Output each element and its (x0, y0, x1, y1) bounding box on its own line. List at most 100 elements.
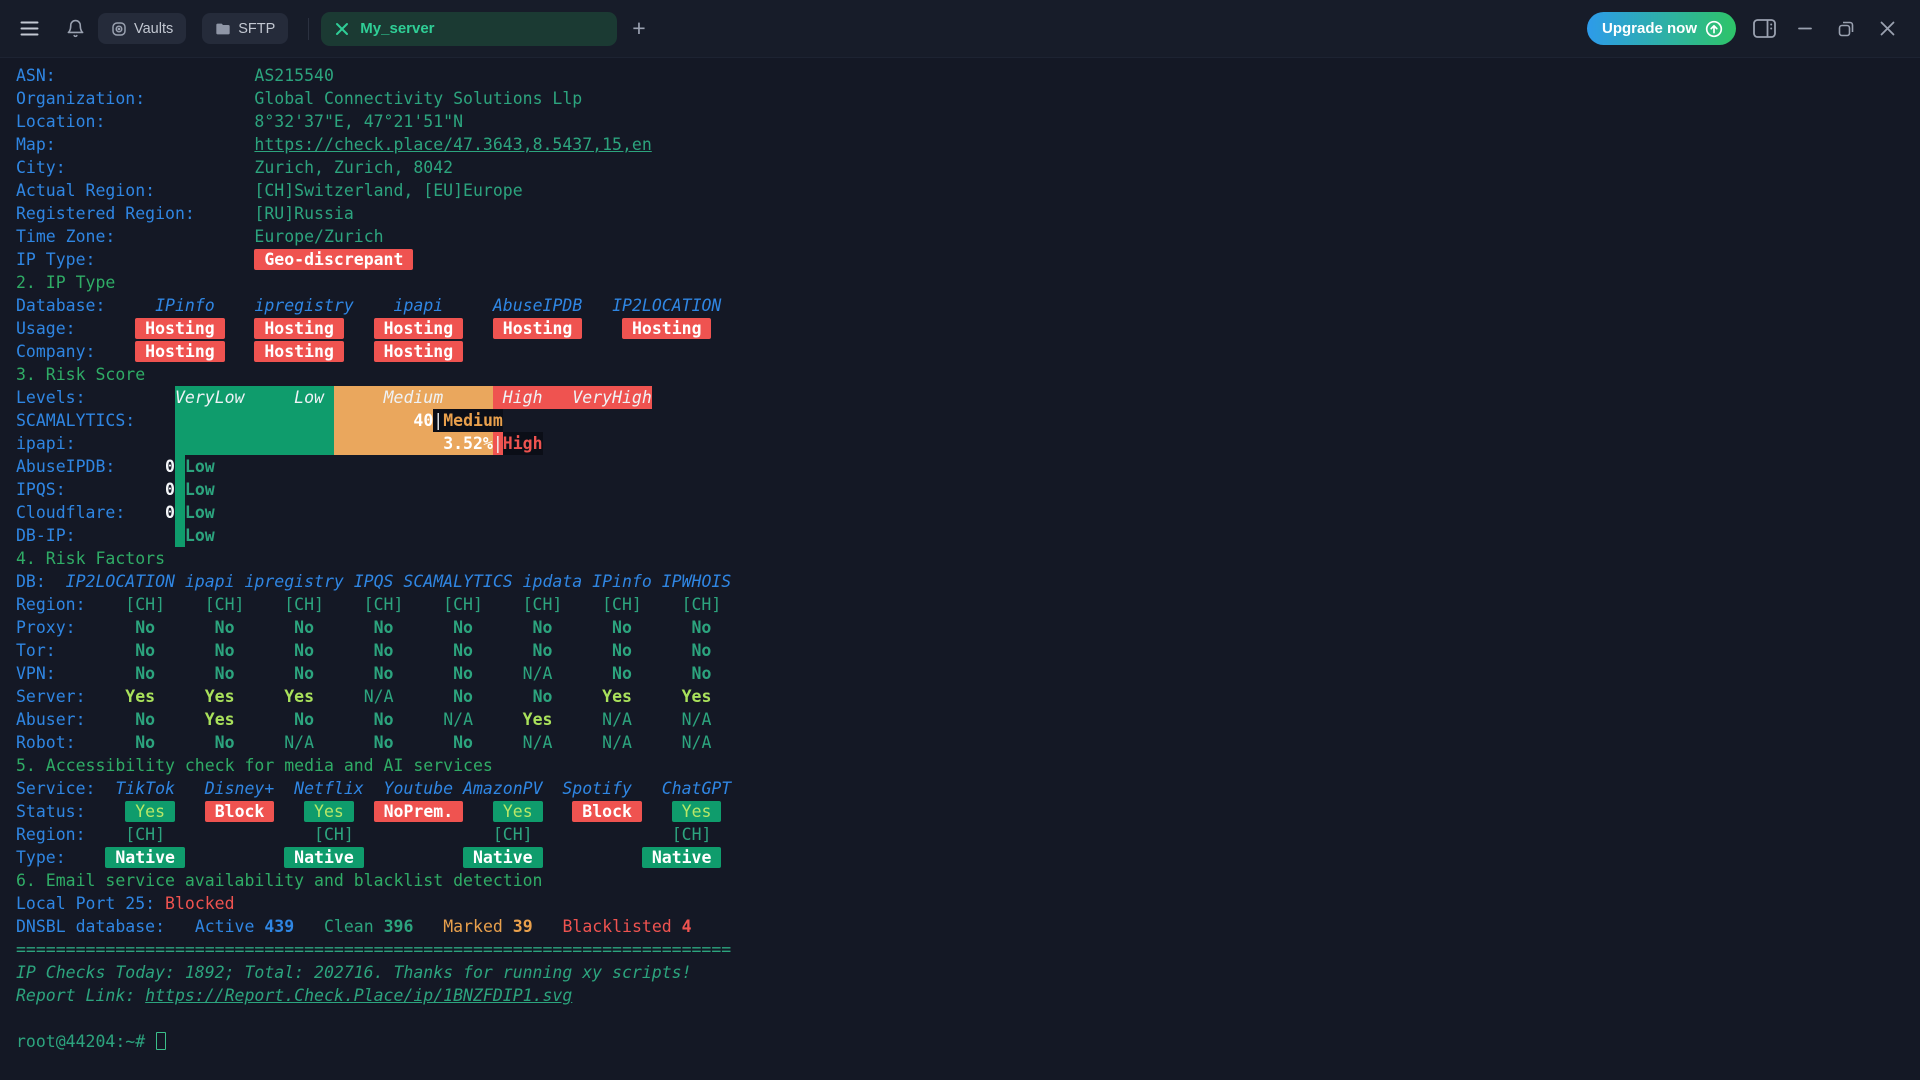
menu-button[interactable] (16, 16, 42, 42)
layout-panel-button[interactable] (1751, 16, 1777, 42)
terminal-segment (413, 917, 443, 936)
terminal-line: ipapi: 3.52%|High (16, 432, 1920, 455)
terminal-segment (175, 409, 334, 432)
terminal-line: Region: [CH] [CH] [CH] [CH] [CH] [CH] [C… (16, 593, 1920, 616)
terminal-line: 6. Email service availability and blackl… (16, 869, 1920, 892)
terminal-segment: 40 (413, 409, 433, 432)
terminal-segment: DNSBL database: (16, 917, 195, 936)
terminal-segment: NoPrem. (374, 801, 463, 822)
terminal-segment: Local Port 25: (16, 894, 165, 913)
terminal-segment: N/A (264, 733, 343, 752)
new-tab-button[interactable]: + (632, 17, 645, 40)
terminal-segment (185, 848, 284, 867)
terminal-segment: Hosting (493, 318, 582, 339)
terminal-segment: Low (185, 526, 215, 545)
terminal-line: Abuser: No Yes No No N/A Yes N/A N/A (16, 708, 1920, 731)
terminal-cursor (156, 1032, 166, 1050)
terminal-line: Actual Region: [CH]Switzerland, [EU]Euro… (16, 179, 1920, 202)
sftp-button[interactable]: SFTP (202, 13, 288, 44)
terminal-line: Cloudflare: 0 Low (16, 501, 1920, 524)
terminal-segment: Native (284, 847, 363, 868)
terminal-segment: VPN: (16, 664, 105, 683)
terminal-segment: Hosting (622, 318, 711, 339)
terminal-line: 3. Risk Score (16, 363, 1920, 386)
terminal-segment: Levels: (16, 388, 175, 407)
terminal-segment: N/A (423, 710, 502, 729)
terminal-segment: Hosting (374, 341, 463, 362)
terminal-segment: Low (185, 457, 215, 476)
terminal-segment: [CH]Switzerland, [EU]Europe (254, 181, 522, 200)
terminal-segment (175, 501, 185, 524)
terminal-segment (294, 917, 324, 936)
terminal-line: City: Zurich, Zurich, 8042 (16, 156, 1920, 179)
terminal-line: VPN: No No No No No N/A No No (16, 662, 1920, 685)
terminal-segment: N/A N/A N/A (503, 733, 741, 752)
terminal-segment: Native (642, 847, 721, 868)
terminal-segment: No No (264, 710, 423, 729)
terminal-segment: SCAMALYTICS: (16, 411, 175, 430)
terminal-segment: ipregistry (254, 296, 353, 315)
terminal-segment: Europe/Zurich (254, 227, 383, 246)
terminal-segment: AbuseIPDB: (16, 457, 165, 476)
notifications-button[interactable] (62, 16, 88, 42)
terminal-segment: 3.52% (443, 432, 493, 455)
terminal-segment: VeryLow Low (175, 386, 334, 409)
upgrade-button[interactable]: Upgrade now (1587, 12, 1736, 45)
terminal-segment: No No (582, 664, 741, 683)
minimize-button[interactable] (1792, 16, 1818, 42)
terminal-segment: [CH] (672, 825, 712, 844)
vaults-button[interactable]: Vaults (98, 13, 186, 44)
terminal-line: Levels: VeryLow Low Medium High VeryHigh (16, 386, 1920, 409)
terminal-segment: 4. Risk Factors (16, 549, 165, 568)
terminal-segment: AbuseIPDB (493, 296, 582, 315)
bell-icon (66, 19, 85, 38)
terminal-segment: Native (463, 847, 542, 868)
terminal-line: SCAMALYTICS: 40|Medium (16, 409, 1920, 432)
terminal-segment: ASN: (16, 66, 254, 85)
terminal-line: Time Zone: Europe/Zurich (16, 225, 1920, 248)
terminal-segment: Registered Region: (16, 204, 254, 223)
close-window-button[interactable] (1874, 16, 1900, 42)
close-icon (1880, 21, 1895, 36)
map-link[interactable]: https://check.place/47.3643,8.5437,15,en (254, 135, 651, 154)
terminal-segment: Block (205, 801, 275, 822)
terminal-line: Map: https://check.place/47.3643,8.5437,… (16, 133, 1920, 156)
terminal-line: 4. Risk Factors (16, 547, 1920, 570)
terminal-segment: Time Zone: (16, 227, 254, 246)
tab-my-server[interactable]: My_server (321, 12, 617, 46)
terminal-segment: | (433, 409, 443, 432)
terminal-segment (225, 319, 255, 338)
terminal-segment: No No (423, 687, 582, 706)
terminal-line: Proxy: No No No No No No No No (16, 616, 1920, 639)
terminal-segment: [CH] [CH] [CH] [CH] [CH] [CH] [CH] [CH] (105, 595, 741, 614)
terminal-line: Location: 8°32'37"E, 47°21'51"N (16, 110, 1920, 133)
terminal-segment (582, 296, 612, 315)
close-tab-icon[interactable] (335, 22, 349, 36)
terminal-segment (175, 432, 334, 455)
terminal-segment: 2. IP Type (16, 273, 115, 292)
terminal-segment (543, 848, 642, 867)
terminal-segment: Hosting (135, 341, 224, 362)
upgrade-arrow-icon (1705, 20, 1723, 38)
terminal-segment: Abuser: (16, 710, 105, 729)
vault-icon (111, 21, 127, 37)
terminal-segment: Type: (16, 848, 105, 867)
terminal-line: Organization: Global Connectivity Soluti… (16, 87, 1920, 110)
terminal-segment (165, 825, 314, 844)
terminal-segment (354, 296, 394, 315)
terminal-line (16, 1007, 1920, 1030)
report-link[interactable]: https://Report.Check.Place/ip/1BNZFDIP1.… (145, 986, 572, 1005)
hamburger-icon (20, 21, 39, 36)
terminal-output: ASN: AS215540Organization: Global Connec… (0, 58, 1920, 1053)
terminal-segment: 439 (264, 917, 294, 936)
terminal-segment: root@44204:~# (16, 1032, 155, 1051)
terminal-segment (344, 342, 374, 361)
tabbar-divider (308, 18, 309, 40)
terminal-segment: Yes (125, 801, 175, 822)
terminal-segment: High (503, 432, 543, 455)
terminal-segment: IP2LOCATION ipapi ipregistry IPQS SCAMAL… (66, 572, 732, 591)
restore-button[interactable] (1833, 16, 1859, 42)
terminal-segment: No No No No No No No No (105, 641, 741, 660)
topbar: Vaults SFTP My_server + Upgrade now (0, 0, 1920, 58)
terminal-segment (642, 802, 672, 821)
